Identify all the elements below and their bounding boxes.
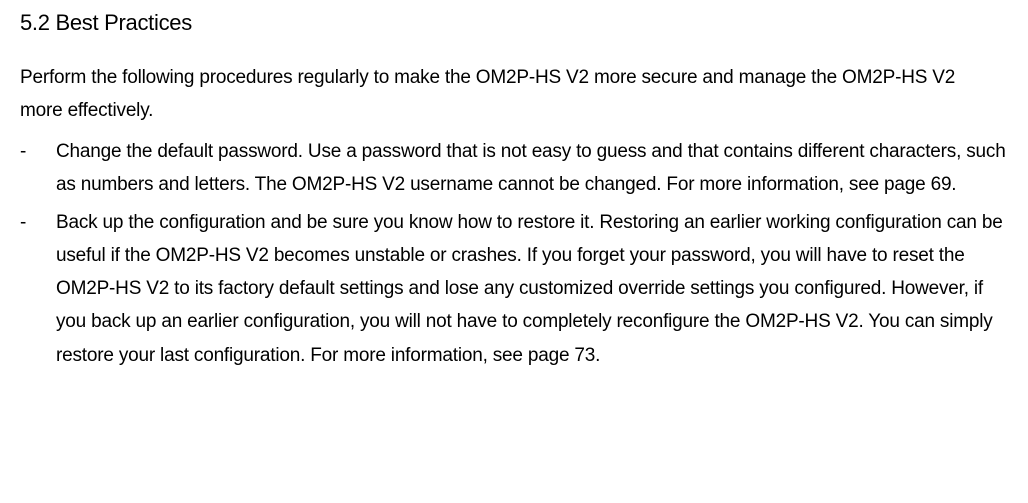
list-item: - Back up the configuration and be sure …: [20, 206, 1008, 372]
bullet-marker: -: [20, 206, 56, 372]
list-item: - Change the default password. Use a pas…: [20, 135, 1008, 202]
intro-paragraph-line2: more effectively.: [20, 97, 1008, 126]
bullet-marker: -: [20, 135, 56, 202]
bullet-text: Back up the configuration and be sure yo…: [56, 206, 1008, 372]
bullet-text: Change the default password. Use a passw…: [56, 135, 1008, 202]
intro-paragraph-line1: Perform the following procedures regular…: [20, 64, 1008, 93]
section-heading: 5.2 Best Practices: [20, 10, 1008, 36]
bullet-list: - Change the default password. Use a pas…: [20, 135, 1008, 372]
